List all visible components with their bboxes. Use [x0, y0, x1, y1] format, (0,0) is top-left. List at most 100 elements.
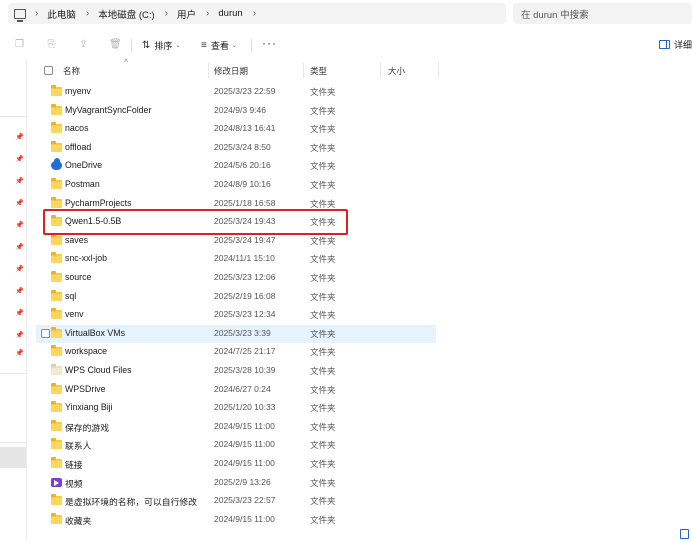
breadcrumb-users[interactable]: 用户: [177, 7, 196, 21]
file-type: 文件夹: [310, 142, 336, 153]
pin-icon[interactable]: 📌: [15, 178, 24, 186]
column-divider[interactable]: [208, 62, 209, 78]
file-type: 文件夹: [310, 310, 336, 321]
sort-button[interactable]: ⇅ 排序 ⌄: [142, 38, 180, 52]
file-row[interactable]: myenv 2025/3/23 22:59 文件夹: [36, 83, 436, 101]
column-name[interactable]: 名称: [63, 65, 80, 77]
delete-icon[interactable]: 🗑: [109, 39, 122, 50]
chevron-right-icon[interactable]: ›: [165, 8, 168, 19]
file-row[interactable]: VirtualBox VMs 2025/3/23 3:39 文件夹: [36, 324, 436, 343]
file-date: 2025/2/19 16:08: [214, 290, 276, 301]
file-row[interactable]: 是虚拟环境的名称，可以自行修改 2025/3/23 22:57 文件夹: [36, 492, 436, 510]
folder-icon: [51, 419, 62, 431]
file-date: 2024/11/1 15:10: [214, 253, 275, 264]
folder-icon: [51, 289, 62, 301]
folder-icon: [51, 122, 62, 134]
chevron-right-icon[interactable]: ›: [253, 8, 256, 19]
file-row[interactable]: OneDrive 2024/5/6 20:16 文件夹: [36, 157, 436, 175]
computer-icon[interactable]: [14, 8, 26, 22]
navigation-pane[interactable]: 📌 📌 📌 📌 📌 📌 📌 📌 📌 📌 📌: [0, 60, 27, 541]
file-date: 2024/9/15 11:00: [214, 420, 275, 431]
file-row[interactable]: WPS Cloud Files 2025/3/28 10:39 文件夹: [36, 362, 436, 380]
sort-up-icon: ˄: [124, 58, 129, 65]
breadcrumb-durun[interactable]: durun: [218, 8, 242, 19]
pin-icon[interactable]: 📌: [15, 222, 24, 230]
chevron-down-icon: ⌄: [175, 42, 181, 49]
pin-icon[interactable]: 📌: [15, 350, 24, 358]
file-type: 文件夹: [310, 161, 336, 172]
pin-icon[interactable]: 📌: [15, 332, 24, 340]
file-date: 2025/3/28 10:39: [214, 365, 276, 375]
column-divider[interactable]: [380, 62, 381, 78]
share-icon[interactable]: ⇪: [78, 39, 89, 50]
breadcrumb-local-disk[interactable]: 本地磁盘 (C:): [98, 7, 154, 21]
select-all-checkbox[interactable]: [44, 66, 53, 75]
column-type[interactable]: 类型: [310, 65, 327, 77]
pin-icon[interactable]: 📌: [15, 244, 24, 252]
paste-icon[interactable]: ❐: [14, 39, 25, 50]
file-name: sql: [65, 290, 77, 301]
toolbar-divider: [131, 39, 132, 52]
folder-icon: [51, 401, 62, 413]
file-row[interactable]: 收藏夹 2024/9/15 11:00 文件夹: [36, 511, 436, 529]
column-size[interactable]: 大小: [388, 65, 405, 77]
pin-icon[interactable]: 📌: [15, 266, 24, 274]
file-row[interactable]: snc-xxl-job 2024/11/1 15:10 文件夹: [36, 250, 436, 268]
file-type: 文件夹: [310, 235, 336, 246]
file-name: Postman: [65, 179, 100, 189]
file-date: 2024/7/25 21:17: [214, 346, 276, 357]
details-button[interactable]: 详细: [659, 38, 692, 51]
chevron-right-icon[interactable]: ›: [35, 8, 38, 19]
view-button[interactable]: ≡ 查看 ⌄: [201, 38, 237, 52]
pin-icon[interactable]: 📌: [15, 200, 24, 208]
details-view-icon[interactable]: [680, 529, 689, 539]
folder-icon: [51, 85, 62, 96]
file-row[interactable]: 联系人 2024/9/15 11:00 文件夹: [36, 436, 436, 454]
file-date: 2024/9/15 11:00: [214, 439, 275, 450]
search-input[interactable]: 在 durun 中搜索: [513, 3, 692, 24]
file-row[interactable]: workspace 2024/7/25 21:17 文件夹: [36, 343, 436, 361]
file-row[interactable]: source 2025/3/23 12:06 文件夹: [36, 269, 436, 287]
row-checkbox[interactable]: [41, 328, 50, 338]
command-bar: ❐ ⎘ ⇪ 🗑 ⇅ 排序 ⌄ ≡ 查看 ⌄ ··· 详细: [0, 32, 692, 58]
nav-divider: [0, 373, 26, 374]
file-row[interactable]: Yinxiang Biji 2025/1/20 10:33 文件夹: [36, 399, 436, 417]
file-type: 文件夹: [310, 291, 336, 302]
file-row[interactable]: 链接 2024/9/15 11:00 文件夹: [36, 455, 436, 473]
column-divider[interactable]: [438, 62, 439, 78]
view-icon: ≡: [201, 39, 207, 51]
folder-icon: [51, 457, 62, 468]
file-row[interactable]: WPSDrive 2024/6/27 0:24 文件夹: [36, 381, 436, 399]
file-date: 2024/5/6 20:16: [214, 160, 271, 171]
breadcrumb-this-pc[interactable]: 此电脑: [47, 7, 76, 21]
pin-icon[interactable]: 📌: [15, 310, 24, 318]
file-row[interactable]: Postman 2024/8/9 10:16 文件夹: [36, 176, 436, 194]
pin-icon[interactable]: 📌: [15, 134, 24, 142]
chevron-right-icon[interactable]: ›: [206, 8, 209, 19]
column-date[interactable]: 修改日期: [214, 65, 248, 77]
file-row[interactable]: venv 2025/3/23 12:34 文件夹: [36, 306, 436, 324]
file-row[interactable]: 视频 2025/2/9 13:26 文件夹: [36, 474, 436, 492]
folder-icon: [51, 438, 62, 450]
file-row[interactable]: MyVagrantSyncFolder 2024/9/3 9:46 文件夹: [36, 102, 436, 120]
pin-icon[interactable]: 📌: [15, 156, 24, 164]
address-bar[interactable]: › 此电脑 › 本地磁盘 (C:) › 用户 › durun ›: [8, 3, 506, 24]
details-pane-icon: [659, 40, 670, 49]
column-divider[interactable]: [303, 62, 304, 78]
pin-icon[interactable]: 📌: [15, 288, 24, 296]
file-row[interactable]: 保存的游戏 2024/9/15 11:00 文件夹: [36, 418, 436, 436]
file-date: 2025/3/24 19:47: [214, 234, 276, 245]
folder-icon: [51, 103, 62, 115]
rename-icon[interactable]: ⎘: [46, 39, 57, 50]
nav-item-selected[interactable]: [0, 447, 26, 468]
file-name: 联系人: [65, 441, 92, 452]
file-name: 链接: [65, 460, 83, 470]
folder-icon: [51, 512, 62, 524]
file-row[interactable]: nacos 2024/8/13 16:41 文件夹: [36, 120, 436, 138]
file-row[interactable]: sql 2025/2/19 16:08 文件夹: [36, 288, 436, 306]
chevron-right-icon[interactable]: ›: [86, 8, 89, 19]
more-options-button[interactable]: ···: [262, 36, 277, 50]
file-row[interactable]: offload 2025/3/24 8:50 文件夹: [36, 139, 436, 157]
file-date: 2025/3/23 22:59: [214, 86, 276, 96]
view-label: 查看: [210, 40, 229, 51]
